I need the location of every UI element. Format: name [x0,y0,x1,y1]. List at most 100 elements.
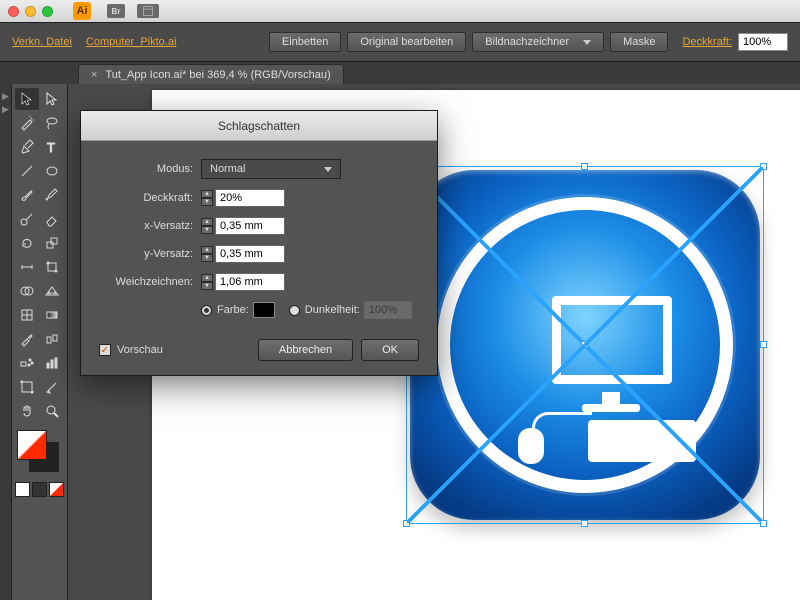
magic-wand-tool[interactable] [15,112,39,134]
dialog-title: Schlagschatten [81,111,437,141]
step-up-icon[interactable]: ▲ [201,274,213,282]
y-offset-field[interactable] [215,245,285,263]
color-mode-button[interactable] [15,482,30,497]
image-trace-label: Bildnachzeichner [485,36,569,48]
opacity-stepper[interactable]: ▲▼ [201,190,213,206]
step-up-icon[interactable]: ▲ [201,218,213,226]
chevron-right-icon: ▶ [2,91,9,102]
chevron-down-icon [583,40,591,45]
mode-value: Normal [210,163,245,175]
minimize-window-button[interactable] [25,6,36,17]
width-tool[interactable] [15,256,39,278]
step-down-icon[interactable]: ▼ [201,282,213,290]
none-mode-button[interactable] [49,482,64,497]
close-tab-icon[interactable]: × [91,69,97,81]
document-tab-label: Tut_App Icon.ai* bei 369,4 % (RGB/Vorsch… [105,69,330,81]
slice-tool[interactable] [41,376,65,398]
step-up-icon[interactable]: ▲ [201,190,213,198]
resize-handle[interactable] [581,520,588,527]
hand-tool[interactable] [15,400,39,422]
resize-handle[interactable] [760,341,767,348]
resize-handle[interactable] [403,520,410,527]
app-brand-icon: Ai [73,2,91,20]
x-offset-field[interactable] [215,217,285,235]
document-tab[interactable]: × Tut_App Icon.ai* bei 369,4 % (RGB/Vors… [78,64,344,84]
y-offset-stepper[interactable]: ▲▼ [201,246,213,262]
linked-filename[interactable]: Computer_Pikto.ai [86,36,177,48]
bridge-button[interactable]: Br [107,4,125,18]
blend-tool[interactable] [41,328,65,350]
step-down-icon[interactable]: ▼ [201,254,213,262]
fill-stroke-swatch[interactable] [15,430,64,476]
blob-brush-tool[interactable] [15,208,39,230]
monitor-base-shape [582,404,640,412]
image-trace-button[interactable]: Bildnachzeichner [472,32,604,52]
column-graph-tool[interactable] [41,352,65,374]
step-down-icon[interactable]: ▼ [201,198,213,206]
mode-label: Modus: [99,163,201,175]
blur-field[interactable] [215,273,285,291]
artboard-tool[interactable] [15,376,39,398]
opacity-field[interactable] [215,189,285,207]
eraser-tool[interactable] [41,208,65,230]
edit-original-button[interactable]: Original bearbeiten [347,32,466,52]
resize-handle[interactable] [581,163,588,170]
zoom-tool[interactable] [41,400,65,422]
shadow-color-swatch[interactable] [253,302,275,318]
panel-dock-strip[interactable]: ▶ ▶ [0,84,12,600]
preview-label: Vorschau [117,344,163,356]
x-offset-label: x-Versatz: [99,220,201,232]
free-transform-tool[interactable] [41,256,65,278]
zoom-window-button[interactable] [42,6,53,17]
selection-tool[interactable] [15,88,39,110]
color-radio-label: Farbe: [217,304,249,316]
mode-select[interactable]: Normal [201,159,341,179]
mouse-shape [518,428,544,464]
resize-handle[interactable] [760,520,767,527]
shape-builder-tool[interactable] [15,280,39,302]
lasso-tool[interactable] [41,112,65,134]
direct-selection-tool[interactable] [41,88,65,110]
paintbrush-tool[interactable] [15,184,39,206]
gradient-mode-button[interactable] [32,482,47,497]
pencil-tool[interactable] [41,184,65,206]
scale-tool[interactable] [41,232,65,254]
perspective-grid-tool[interactable] [41,280,65,302]
opacity-input[interactable] [738,33,788,51]
darkness-radio-label: Dunkelheit: [305,304,360,316]
gradient-tool[interactable] [41,304,65,326]
opacity-label[interactable]: Deckkraft: [682,36,732,48]
type-tool[interactable]: T [41,136,65,158]
eyedropper-tool[interactable] [15,328,39,350]
x-offset-stepper[interactable]: ▲▼ [201,218,213,234]
color-radio[interactable] [201,305,212,316]
rotate-tool[interactable] [15,232,39,254]
fill-swatch[interactable] [17,430,47,460]
pen-tool[interactable] [15,136,39,158]
arrange-documents-button[interactable] [137,4,159,18]
y-offset-label: y-Versatz: [99,248,201,260]
document-tab-row: × Tut_App Icon.ai* bei 369,4 % (RGB/Vors… [0,62,800,84]
line-segment-tool[interactable] [15,160,39,182]
symbol-sprayer-tool[interactable] [15,352,39,374]
chevron-down-icon [324,167,332,172]
mesh-tool[interactable] [15,304,39,326]
embed-button[interactable]: Einbetten [269,32,341,52]
preview-checkbox[interactable] [99,344,111,356]
close-window-button[interactable] [8,6,19,17]
darkness-field [364,301,412,319]
step-down-icon[interactable]: ▼ [201,226,213,234]
step-up-icon[interactable]: ▲ [201,246,213,254]
blur-stepper[interactable]: ▲▼ [201,274,213,290]
mask-button[interactable]: Maske [610,32,668,52]
darkness-radio[interactable] [289,305,300,316]
rectangle-tool[interactable] [41,160,65,182]
svg-text:T: T [47,140,55,155]
ok-button[interactable]: OK [361,339,419,361]
linked-file-link[interactable]: Verkn. Datei [12,36,72,48]
chevron-right-icon: ▶ [2,104,9,115]
resize-handle[interactable] [760,163,767,170]
cancel-button[interactable]: Abbrechen [258,339,353,361]
monitor-shape [552,296,672,384]
opacity-field-label: Deckkraft: [99,192,201,204]
